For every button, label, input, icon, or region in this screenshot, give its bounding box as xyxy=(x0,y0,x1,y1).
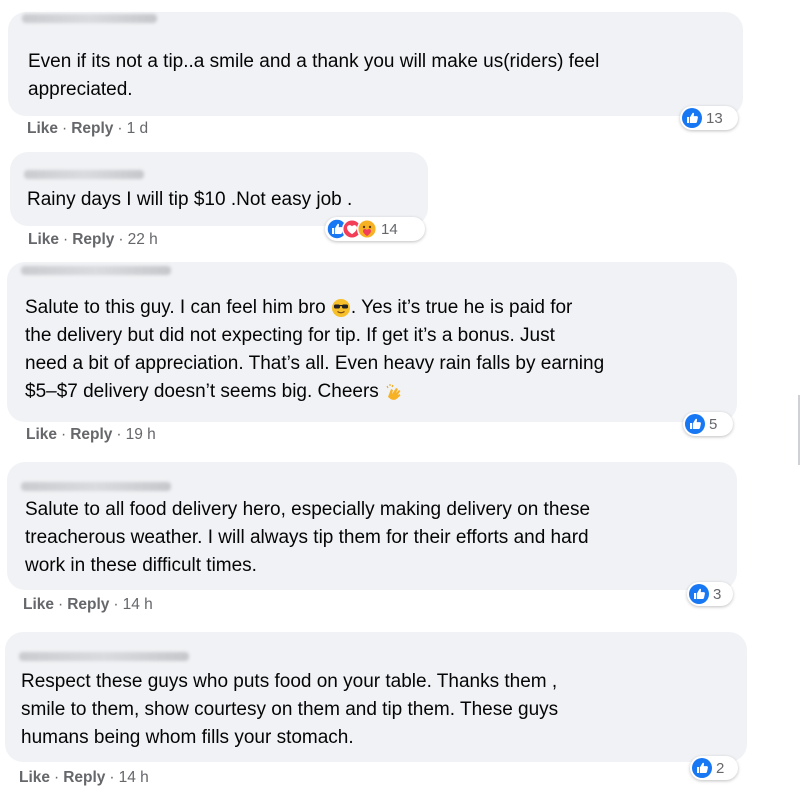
reply-button[interactable]: Reply xyxy=(72,231,114,248)
separator-dot: · xyxy=(58,596,64,613)
reply-button[interactable]: Reply xyxy=(67,596,109,613)
reply-button[interactable]: Reply xyxy=(71,120,113,137)
comment-actions: Like · Reply · 14 h xyxy=(19,769,149,787)
separator-dot: · xyxy=(113,596,119,613)
author-name-blurred[interactable] xyxy=(21,482,171,491)
comment-bubble: Salute to this guy. I can feel him bro .… xyxy=(7,262,737,422)
like-icon xyxy=(685,414,705,434)
reactions-summary[interactable]: 3 xyxy=(687,582,733,606)
comment-text-part: Salute to this guy. I can feel him bro xyxy=(25,297,331,318)
like-icon xyxy=(689,584,709,604)
comment-actions: Like · Reply · 19 h xyxy=(26,426,156,444)
reactions-summary[interactable]: 14 xyxy=(325,217,425,241)
like-button[interactable]: Like xyxy=(26,426,57,443)
timestamp[interactable]: 1 d xyxy=(127,120,149,137)
reaction-count: 3 xyxy=(713,585,722,603)
like-button[interactable]: Like xyxy=(23,596,54,613)
comment-text: Even if its not a tip..a smile and a tha… xyxy=(28,51,600,100)
like-button[interactable]: Like xyxy=(27,120,58,137)
author-name-blurred[interactable] xyxy=(22,14,157,23)
author-name-blurred[interactable] xyxy=(19,652,189,661)
reply-button[interactable]: Reply xyxy=(63,769,105,786)
reaction-count: 2 xyxy=(716,759,725,777)
comment-bubble: Even if its not a tip..a smile and a tha… xyxy=(8,12,743,116)
separator-dot: · xyxy=(63,231,69,248)
timestamp[interactable]: 19 h xyxy=(126,426,156,443)
separator-dot: · xyxy=(117,120,123,137)
sunglasses-emoji xyxy=(331,298,350,317)
author-name-blurred[interactable] xyxy=(21,266,171,275)
timestamp[interactable]: 22 h xyxy=(128,231,158,248)
separator-dot: · xyxy=(62,120,68,137)
comment-bubble: Respect these guys who puts food on your… xyxy=(5,632,747,762)
timestamp[interactable]: 14 h xyxy=(123,596,153,613)
reactions-summary[interactable]: 13 xyxy=(680,106,738,130)
comment-actions: Like · Reply · 14 h xyxy=(23,596,153,614)
comment-text: Salute to all food delivery hero, especi… xyxy=(25,499,591,576)
separator-dot: · xyxy=(109,769,115,786)
separator-dot: · xyxy=(118,231,124,248)
author-name-blurred[interactable] xyxy=(24,170,144,179)
like-icon xyxy=(682,108,702,128)
separator-dot: · xyxy=(54,769,60,786)
comment-text: Respect these guys who puts food on your… xyxy=(21,671,559,748)
reactions-summary[interactable]: 5 xyxy=(683,412,733,436)
reply-button[interactable]: Reply xyxy=(70,426,112,443)
clapping-hands-emoji xyxy=(386,383,401,400)
comment-text: Salute to this guy. I can feel him bro .… xyxy=(25,294,604,406)
like-button[interactable]: Like xyxy=(19,769,50,786)
comment-bubble: Salute to all food delivery hero, especi… xyxy=(7,462,737,590)
timestamp[interactable]: 14 h xyxy=(119,769,149,786)
separator-dot: · xyxy=(116,426,122,443)
comment-bubble: Rainy days I will tip $10 .Not easy job … xyxy=(10,152,428,226)
separator-dot: · xyxy=(61,426,67,443)
comment-actions: Like · Reply · 22 h xyxy=(28,231,158,249)
reactions-summary[interactable]: 2 xyxy=(690,756,738,780)
like-icon xyxy=(692,758,712,778)
comment-text: Rainy days I will tip $10 .Not easy job … xyxy=(27,189,353,210)
care-icon xyxy=(357,219,377,239)
reaction-count: 14 xyxy=(381,220,398,238)
comment-actions: Like · Reply · 1 d xyxy=(27,120,148,138)
reaction-count: 13 xyxy=(706,109,723,127)
like-button[interactable]: Like xyxy=(28,231,59,248)
reaction-count: 5 xyxy=(709,415,718,433)
